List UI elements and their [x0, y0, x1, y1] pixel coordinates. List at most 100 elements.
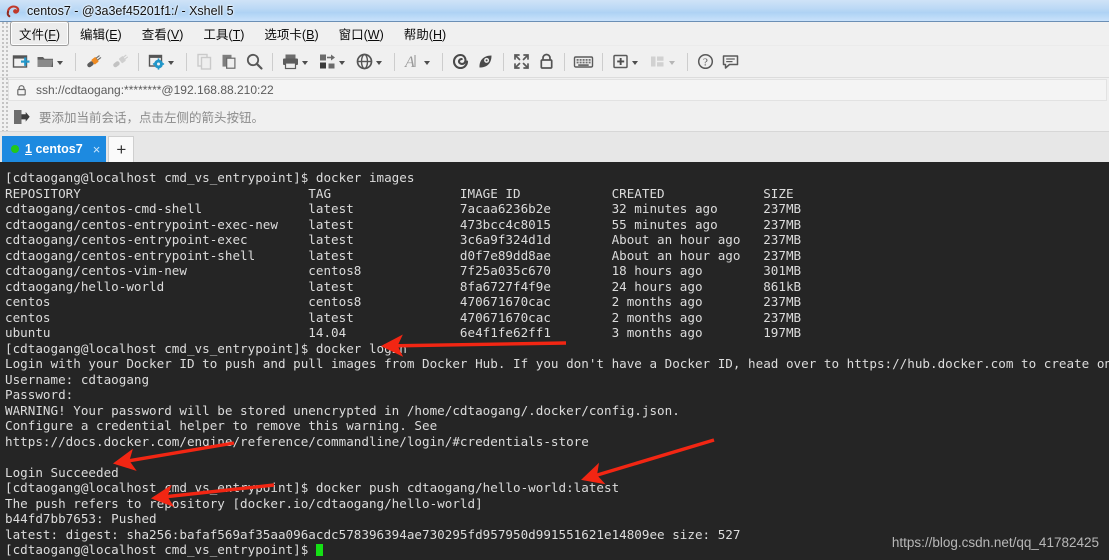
print-icon — [281, 52, 300, 71]
menu-tabs-label: 选项卡 — [264, 28, 302, 42]
split-layout-icon — [648, 52, 667, 71]
svg-text:?: ? — [703, 57, 708, 69]
arrange-layout-dropdown-caret[interactable] — [669, 60, 675, 65]
globe-icon — [355, 52, 374, 71]
terminal-line: Username: cdtaogang — [5, 371, 150, 387]
font-button[interactable]: A — [400, 49, 437, 75]
copy-icon — [195, 52, 214, 71]
terminal-line: cdtaogang/centos-cmd-shell latest 7acaa6… — [5, 201, 802, 216]
terminal-panel[interactable]: [cdtaogang@localhost cmd_vs_entrypoint]$… — [0, 162, 1109, 560]
toolbar-separator — [503, 52, 504, 71]
open-folder-icon — [36, 52, 55, 71]
menu-view-mnemonic: V — [170, 28, 180, 42]
open-session-button[interactable] — [33, 49, 70, 75]
add-tab-button[interactable] — [608, 49, 645, 75]
menu-edit[interactable]: 编辑(E) — [71, 21, 131, 46]
menu-file[interactable]: 文件(F) — [10, 21, 69, 46]
keyboard-icon — [573, 52, 594, 71]
menu-tools-label: 工具 — [203, 28, 229, 42]
print-button[interactable] — [278, 49, 315, 75]
highlight-button[interactable] — [473, 49, 498, 75]
terminal-line: REPOSITORY TAG IMAGE ID CREATED SIZE — [5, 185, 794, 201]
terminal-line: cdtaogang/centos-entrypoint-exec-new lat… — [5, 216, 802, 232]
web-browser-dropdown-caret[interactable] — [376, 60, 382, 65]
toolbar-drag-grip[interactable] — [0, 46, 8, 77]
add-tab-dropdown-caret[interactable] — [632, 60, 638, 65]
paste-button[interactable] — [217, 49, 242, 75]
lock-icon — [15, 84, 28, 97]
spiral-shell-icon — [451, 52, 470, 71]
toolbar-separator — [602, 52, 603, 71]
properties-button[interactable] — [144, 49, 181, 75]
menu-edit-mnemonic: E — [109, 28, 118, 42]
font-dropdown-caret[interactable] — [424, 60, 430, 65]
add-tab-icon — [611, 52, 630, 71]
terminal-line: The push refers to repository [docker.io… — [5, 495, 483, 511]
noticebar-drag-grip[interactable] — [0, 102, 8, 131]
help-button[interactable]: ? — [693, 49, 718, 75]
window-title: centos7 - @3a3ef45201f1:/ - Xshell 5 — [27, 3, 234, 18]
xftp-button[interactable] — [448, 49, 473, 75]
new-session-button[interactable] — [8, 49, 33, 75]
disconnect-button[interactable] — [107, 49, 133, 75]
new-session-icon — [11, 52, 30, 71]
terminal-line: ubuntu 14.04 6e4f1fe62ff1 3 months ago 1… — [5, 325, 802, 340]
find-magnifier-icon — [245, 52, 264, 71]
disconnect-plug-icon — [110, 52, 130, 71]
properties-dropdown-caret[interactable] — [168, 60, 174, 65]
tab-close-icon[interactable]: × — [93, 142, 101, 157]
compose-bar-button[interactable] — [570, 49, 597, 75]
terminal-line: cdtaogang/centos-entrypoint-exec latest … — [5, 232, 802, 247]
lock-icon — [537, 52, 556, 71]
print-dropdown-caret[interactable] — [302, 60, 308, 65]
paste-icon — [220, 52, 239, 71]
chat-bubble-icon — [721, 52, 740, 71]
tab-centos7-label: 1 centos7 — [25, 142, 83, 156]
menu-tabs[interactable]: 选项卡(B) — [255, 21, 327, 46]
address-bar: ssh://cdtaogang:********@192.168.88.210:… — [0, 78, 1109, 102]
addressbar-drag-grip[interactable] — [0, 78, 8, 102]
find-button[interactable] — [242, 49, 267, 75]
fullscreen-button[interactable] — [509, 49, 534, 75]
menu-window[interactable]: 窗口(W) — [330, 21, 393, 46]
session-properties-gear-icon — [147, 52, 166, 71]
web-browser-button[interactable] — [352, 49, 389, 75]
terminal-line: [cdtaogang@localhost cmd_vs_entrypoint]$… — [5, 340, 407, 356]
feedback-button[interactable] — [718, 49, 743, 75]
tool-bar: A ? — [0, 46, 1109, 78]
menu-help[interactable]: 帮助(H) — [395, 21, 455, 46]
menu-tabs-mnemonic: B — [306, 28, 315, 42]
terminal-line: Configure a credential helper to remove … — [5, 418, 438, 433]
connection-status-dot — [11, 145, 19, 153]
terminal-line: cdtaogang/hello-world latest 8fa6727f4f9… — [5, 278, 802, 294]
menu-tools[interactable]: 工具(T) — [194, 21, 253, 46]
terminal-line: Login with your Docker ID to push and pu… — [5, 356, 1109, 371]
menubar-drag-grip[interactable] — [0, 22, 8, 45]
file-transfer-dropdown-caret[interactable] — [339, 60, 345, 65]
svg-text:A: A — [404, 54, 415, 71]
file-transfer-button[interactable] — [315, 49, 352, 75]
tab-centos7[interactable]: 1 centos7 × — [2, 136, 107, 162]
toolbar-separator — [75, 52, 76, 71]
new-tab-button[interactable]: + — [108, 136, 135, 162]
address-value: ssh://cdtaogang:********@192.168.88.210:… — [36, 83, 274, 97]
lock-button[interactable] — [534, 49, 559, 75]
terminal-line: cdtaogang/centos-vim-new centos8 7f25a03… — [5, 263, 802, 278]
connect-button[interactable] — [81, 49, 107, 75]
menu-file-mnemonic: F — [48, 28, 56, 42]
menu-view[interactable]: 查看(V) — [133, 21, 193, 46]
terminal-line: centos latest 470671670cac 2 months ago … — [5, 309, 802, 325]
arrange-layout-button[interactable] — [645, 49, 682, 75]
menu-window-mnemonic: W — [367, 28, 380, 42]
title-bar: centos7 - @3a3ef45201f1:/ - Xshell 5 — [0, 0, 1109, 22]
notice-bar: 要添加当前会话，点击左侧的箭头按钮。 — [0, 102, 1109, 132]
tab-index: 1 — [25, 142, 32, 156]
address-input[interactable]: ssh://cdtaogang:********@192.168.88.210:… — [8, 79, 1107, 101]
open-session-dropdown-caret[interactable] — [57, 60, 63, 65]
copy-button[interactable] — [192, 49, 217, 75]
menu-view-label: 查看 — [141, 28, 167, 42]
terminal-line: cdtaogang/centos-entrypoint-shell latest… — [5, 247, 802, 263]
terminal-line: https://docs.docker.com/engine/reference… — [5, 433, 589, 449]
add-session-arrow-icon[interactable] — [12, 108, 30, 126]
